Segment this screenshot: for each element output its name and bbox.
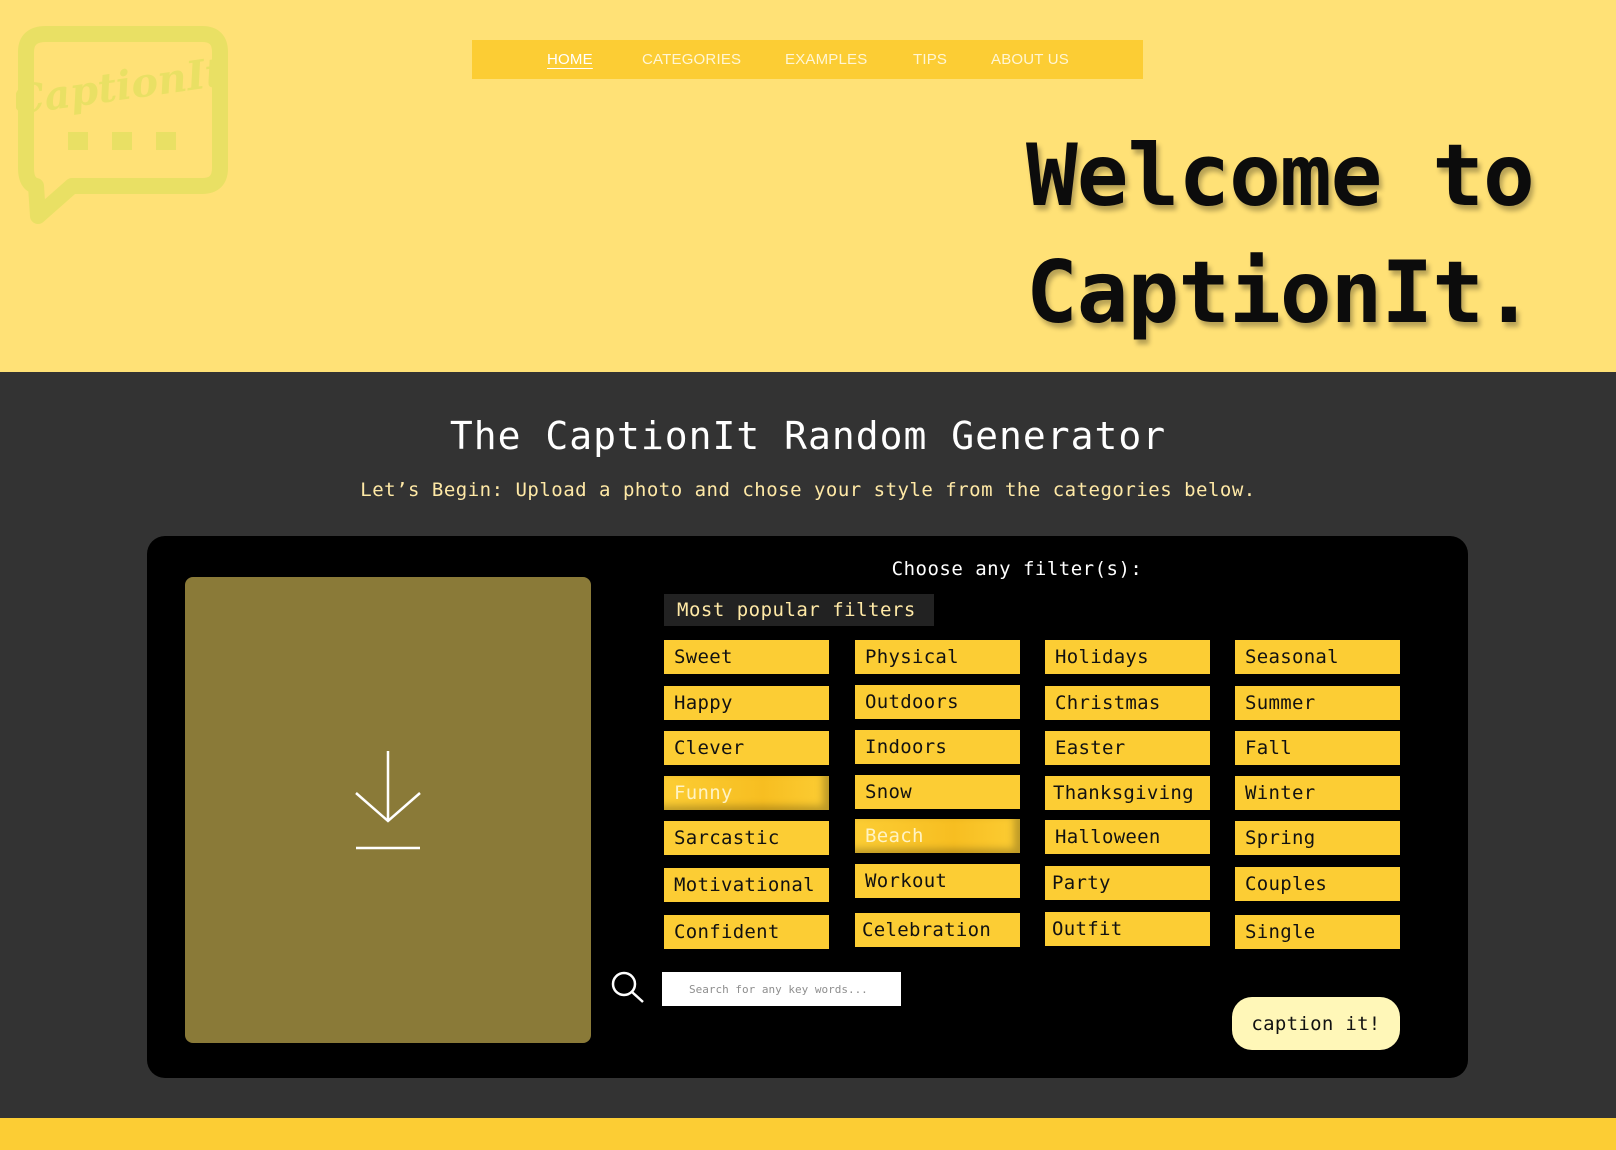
filter-holidays[interactable]: Holidays [1045,640,1210,674]
choose-filters-label: Choose any filter(s): [891,558,1143,580]
filter-celebration[interactable]: Celebration [855,913,1020,947]
captionit-logo[interactable]: CaptionIt [16,20,230,226]
nav-tips[interactable]: TIPS [913,40,947,79]
photo-upload-area[interactable] [185,577,591,1043]
generator-panel: Choose any filter(s): Most popular filte… [147,536,1468,1078]
caption-it-button[interactable]: caption it! [1232,997,1400,1050]
filter-single[interactable]: Single [1235,915,1400,949]
nav-about-us[interactable]: ABOUT US [991,40,1069,79]
generator-section: The CaptionIt Random Generator Let’s Beg… [0,372,1616,1118]
filter-happy[interactable]: Happy [664,686,829,720]
filter-motivational[interactable]: Motivational [664,868,829,902]
filter-thanksgiving[interactable]: Thanksgiving [1045,776,1210,810]
hero-heading: Welcome to CaptionIt. [1026,118,1535,352]
filter-halloween[interactable]: Halloween [1045,820,1210,854]
filter-outdoors[interactable]: Outdoors [855,685,1020,719]
filter-workout[interactable]: Workout [855,864,1020,898]
hero-line-1: Welcome to [1026,126,1535,226]
nav-examples[interactable]: EXAMPLES [785,40,867,79]
nav-categories[interactable]: CATEGORIES [642,40,741,79]
search-icon[interactable] [610,970,646,1004]
generator-subtitle: Let’s Begin: Upload a photo and chose yo… [360,479,1256,501]
filter-snow[interactable]: Snow [855,775,1020,809]
generator-title: The CaptionIt Random Generator [449,414,1167,458]
filter-funny[interactable]: Funny [664,776,829,810]
filter-christmas[interactable]: Christmas [1045,686,1210,720]
filter-outfit[interactable]: Outfit [1045,912,1210,946]
header: CaptionIt HOME CATEGORIES EXAMPLES TIPS … [0,0,1616,372]
filter-sarcastic[interactable]: Sarcastic [664,821,829,855]
footer-bar [0,1118,1616,1150]
search-input[interactable] [662,972,901,1006]
filter-couples[interactable]: Couples [1235,867,1400,901]
filter-seasonal[interactable]: Seasonal [1235,640,1400,674]
filter-clever[interactable]: Clever [664,731,829,765]
hero-line-2: CaptionIt. [1026,243,1535,343]
filter-beach[interactable]: Beach [855,819,1020,853]
filter-summer[interactable]: Summer [1235,686,1400,720]
filter-sweet[interactable]: Sweet [664,640,829,674]
main-nav: HOME CATEGORIES EXAMPLES TIPS ABOUT US [472,40,1143,79]
most-popular-label: Most popular filters [664,594,934,626]
filter-fall[interactable]: Fall [1235,731,1400,765]
filter-winter[interactable]: Winter [1235,776,1400,810]
filter-spring[interactable]: Spring [1235,821,1400,855]
filter-easter[interactable]: Easter [1045,731,1210,765]
filter-confident[interactable]: Confident [664,915,829,949]
download-arrow-icon [355,751,421,850]
svg-text:CaptionIt: CaptionIt [16,49,227,125]
filter-indoors[interactable]: Indoors [855,730,1020,764]
filter-physical[interactable]: Physical [855,640,1020,674]
filter-party[interactable]: Party [1045,866,1210,900]
nav-home[interactable]: HOME [547,40,593,79]
